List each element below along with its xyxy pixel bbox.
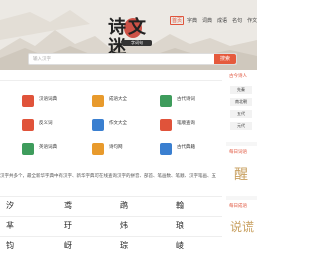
tool-label: 古代诗词 <box>177 97 195 102</box>
tag-wudai[interactable]: 五代 <box>230 110 252 118</box>
verse-icon <box>92 143 104 155</box>
dictionary-icon <box>22 95 34 107</box>
daily-word-title: 每日词语 <box>229 150 247 155</box>
search-bar: 输入汉字 搜索 <box>28 53 237 65</box>
classics-icon <box>160 143 172 155</box>
char-cell[interactable]: 琮 <box>94 238 154 254</box>
idiom-icon <box>92 95 104 107</box>
char-cell[interactable]: 鸢 <box>38 198 98 214</box>
daily-word-char[interactable]: 醒 <box>234 164 248 184</box>
antonym-icon <box>22 119 34 131</box>
site-logo[interactable]: 诗文迷 字词句 <box>106 18 164 58</box>
nav-mingju[interactable]: 名句 <box>230 16 244 25</box>
poets-panel: 古今诗人 先秦 南北朝 五代 元代 <box>226 70 257 142</box>
tool-label: 作文大全 <box>109 121 127 126</box>
char-cell[interactable]: 炜 <box>94 218 154 234</box>
tag-nanbeichao[interactable]: 南北朝 <box>230 98 252 106</box>
main-nav: 首页 字典 词典 成语 名句 作文 诗词 <box>170 16 257 25</box>
daily-word-panel: 每日词语 醒 <box>226 146 257 196</box>
search-input[interactable]: 输入汉字 <box>33 56 51 62</box>
poetry-icon <box>160 95 172 107</box>
tool-label: 反义词 <box>39 121 53 126</box>
logo-subtitle: 字词句 <box>122 40 152 46</box>
char-cell[interactable]: 芈 <box>0 218 40 234</box>
tool-tile-english-dict[interactable]: 英语词典 <box>22 141 82 159</box>
row-divider <box>0 196 222 197</box>
daily-idiom-char[interactable]: 说谎 <box>230 218 254 235</box>
tool-tile-idiom[interactable]: 成语大全 <box>92 93 152 111</box>
char-cell[interactable]: 崚 <box>150 238 210 254</box>
english-dict-icon <box>22 143 34 155</box>
char-cell[interactable]: 岈 <box>38 238 98 254</box>
char-cell[interactable]: 钧 <box>0 238 40 254</box>
tool-label: 诗句网 <box>109 145 123 150</box>
tool-label: 汉语词典 <box>39 97 57 102</box>
header-banner: 诗文迷 字词句 首页 字典 词典 成语 名句 作文 诗词 输入汉字 搜索 <box>0 0 257 70</box>
tool-tile-antonym[interactable]: 反义词 <box>22 117 82 135</box>
char-cell[interactable]: 玗 <box>38 218 98 234</box>
character-grid: 汐 鸢 鹉 翰 芈 玗 炜 琅 钧 岈 琮 崚 <box>0 196 222 262</box>
tag-xianqin[interactable]: 先秦 <box>230 86 252 94</box>
tool-tile-verse[interactable]: 诗句网 <box>92 141 152 159</box>
nav-chengyu[interactable]: 成语 <box>215 16 229 25</box>
char-cell[interactable]: 琅 <box>150 218 210 234</box>
sidebar: 古今诗人 先秦 南北朝 五代 元代 每日词语 醒 每日成语 说谎 <box>226 70 257 262</box>
char-cell[interactable]: 汐 <box>0 198 40 214</box>
nav-zuowen[interactable]: 作文 <box>245 16 257 25</box>
char-cell[interactable]: 翰 <box>150 198 210 214</box>
nav-home[interactable]: 首页 <box>170 16 185 25</box>
daily-idiom-panel: 每日成语 说谎 <box>226 200 257 262</box>
tool-label: 古代典籍 <box>177 145 195 150</box>
row-divider <box>0 236 222 237</box>
char-cell[interactable]: 鹉 <box>94 198 154 214</box>
logo-text: 诗文迷 <box>108 17 148 58</box>
tool-tile-essay[interactable]: 作文大全 <box>92 117 152 135</box>
row-divider <box>0 216 222 217</box>
poets-title: 古今诗人 <box>229 74 247 79</box>
daily-idiom-title: 每日成语 <box>229 204 247 209</box>
intro-text: 汉字共多个，最全新华字典中有汉字、新华字典可在线查询汉字的拼音、部首、笔画数、笔… <box>0 174 216 179</box>
tool-label: 英语词典 <box>39 145 57 150</box>
essay-icon <box>92 119 104 131</box>
nav-zidian[interactable]: 字典 <box>185 16 199 25</box>
search-button[interactable]: 搜索 <box>214 54 236 64</box>
tool-label: 成语大全 <box>109 97 127 102</box>
tool-tile-poetry[interactable]: 古代诗词 <box>160 93 220 111</box>
tool-tile-classics[interactable]: 古代典籍 <box>160 141 220 159</box>
stroke-order-icon <box>160 119 172 131</box>
nav-cidian[interactable]: 词典 <box>200 16 214 25</box>
tools-card: 汉语词典 成语大全 古代诗词 反义词 作文大全 笔顺查询 英语词典 诗句网 古代… <box>0 80 222 181</box>
tag-yuandai[interactable]: 元代 <box>230 122 252 130</box>
tool-tile-stroke-order[interactable]: 笔顺查询 <box>160 117 220 135</box>
tool-tile-dictionary[interactable]: 汉语词典 <box>22 93 82 111</box>
tool-label: 笔顺查询 <box>177 121 195 126</box>
